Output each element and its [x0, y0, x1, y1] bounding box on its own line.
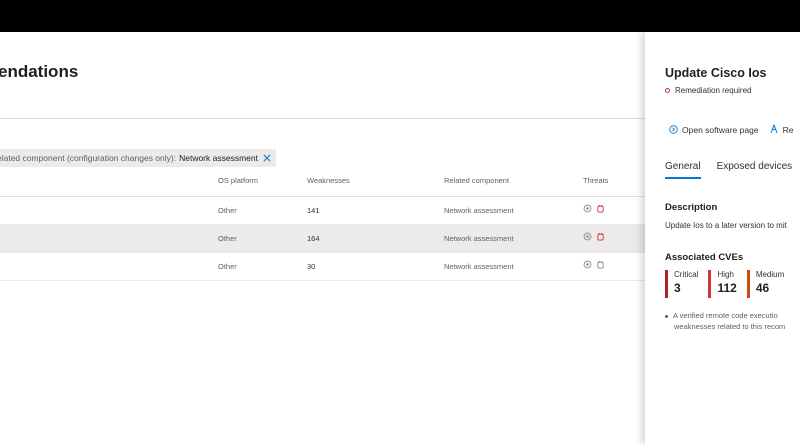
- medium-value: 46: [755, 281, 770, 295]
- associated-cves-heading: Associated CVEs: [665, 252, 744, 263]
- exploit-icon: [583, 260, 592, 271]
- close-icon[interactable]: [263, 154, 271, 162]
- filter-key: elated component (configuration changes …: [0, 153, 177, 163]
- status-text: Remediation required: [675, 86, 752, 95]
- high-value: 112: [717, 281, 737, 295]
- arrow-circle-icon: [669, 124, 678, 136]
- column-header-os-platform[interactable]: OS platform: [218, 176, 258, 185]
- weaknesses-cell: 30: [307, 262, 316, 271]
- threat-bug-icon: [596, 232, 605, 243]
- table-row[interactable]: Other 141 Network assessment: [0, 197, 645, 225]
- top-bar: [0, 0, 800, 32]
- tab-general[interactable]: General: [665, 161, 701, 179]
- related-component-cell: Network assessment: [444, 262, 514, 271]
- note-line-2: weaknesses related to this recom: [674, 322, 786, 331]
- status-dot-icon: [665, 88, 670, 93]
- cve-counts: Critical 3 High 112 Medium 46: [665, 270, 788, 298]
- critical-label: Critical: [674, 270, 699, 279]
- weaknesses-cell: 164: [307, 234, 320, 243]
- exploit-icon: [583, 232, 592, 243]
- panel-actions: Open software page Re: [669, 123, 800, 136]
- os-platform-cell: Other: [218, 262, 237, 271]
- threat-bug-icon: [596, 204, 605, 215]
- filter-value: Network assessment: [179, 153, 258, 163]
- threats-cell: [583, 204, 605, 215]
- column-header-weaknesses[interactable]: Weaknesses: [307, 176, 350, 185]
- table-row-selected[interactable]: Other 164 Network assessment: [0, 225, 645, 253]
- filter-chip[interactable]: elated component (configuration changes …: [0, 149, 276, 167]
- description-text: Update Ios to a later version to mit: [665, 221, 787, 230]
- open-software-page-button[interactable]: Open software page: [669, 124, 759, 136]
- recommendations-page: endations elated component (configuratio…: [0, 32, 645, 445]
- status-badge: Remediation required: [665, 86, 752, 95]
- note-line-1: A verified remote code executio: [673, 311, 778, 320]
- remediation-request-label: Re: [782, 125, 794, 135]
- exploit-icon: [583, 204, 592, 215]
- related-component-cell: Network assessment: [444, 206, 514, 215]
- high-label: High: [717, 270, 734, 279]
- os-platform-cell: Other: [218, 234, 237, 243]
- open-software-page-label: Open software page: [682, 125, 759, 135]
- critical-count: Critical 3: [665, 270, 698, 298]
- request-icon: [769, 123, 779, 136]
- medium-count: Medium 46: [746, 270, 785, 298]
- os-platform-cell: Other: [218, 206, 237, 215]
- threat-bug-icon: [596, 260, 605, 271]
- critical-value: 3: [674, 281, 681, 295]
- table-row[interactable]: Other 30 Network assessment: [0, 253, 645, 281]
- related-component-cell: Network assessment: [444, 234, 514, 243]
- divider: [0, 118, 645, 119]
- details-panel: Update Cisco Ios Remediation required Op…: [645, 32, 800, 445]
- description-heading: Description: [665, 202, 718, 213]
- column-header-related-component[interactable]: Related component: [444, 176, 509, 185]
- weaknesses-cell: 141: [307, 206, 320, 215]
- threats-cell: [583, 260, 605, 271]
- high-count: High 112: [708, 270, 737, 298]
- bullet-icon: [665, 314, 668, 318]
- column-header-threats[interactable]: Threats: [583, 176, 608, 185]
- threats-cell: [583, 232, 605, 243]
- remediation-request-button[interactable]: Re: [769, 123, 794, 136]
- cve-note: A verified remote code executio weakness…: [665, 310, 785, 332]
- page-title: endations: [0, 62, 79, 81]
- panel-title: Update Cisco Ios: [665, 66, 767, 80]
- tab-exposed-devices[interactable]: Exposed devices: [717, 161, 793, 179]
- medium-label: Medium: [755, 270, 785, 279]
- panel-tabs: General Exposed devices: [665, 161, 792, 179]
